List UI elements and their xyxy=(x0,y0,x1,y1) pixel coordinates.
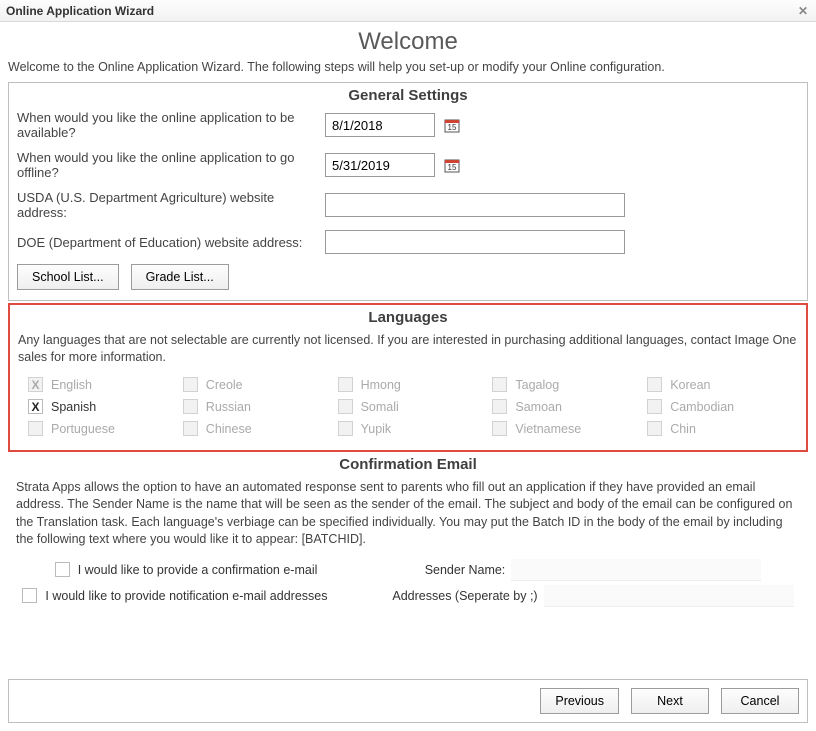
notify-email-label: I would like to provide notification e-m… xyxy=(45,589,327,603)
language-label: Spanish xyxy=(51,400,96,414)
languages-title: Languages xyxy=(18,309,798,326)
language-label: English xyxy=(51,378,92,392)
school-list-button[interactable]: School List... xyxy=(17,264,119,290)
label-usda: USDA (U.S. Department Agriculture) websi… xyxy=(17,190,317,220)
languages-desc: Any languages that are not selectable ar… xyxy=(18,332,798,366)
language-checkbox-creole xyxy=(183,377,198,392)
language-label: Chinese xyxy=(206,422,252,436)
language-checkbox-yupik xyxy=(338,421,353,436)
language-label: Tagalog xyxy=(515,378,559,392)
confirmation-desc: Strata Apps allows the option to have an… xyxy=(16,479,800,549)
language-item-creole: Creole xyxy=(183,374,334,396)
row-usda: USDA (U.S. Department Agriculture) websi… xyxy=(17,190,799,220)
svg-text:15: 15 xyxy=(448,123,457,132)
svg-text:15: 15 xyxy=(448,163,457,172)
language-label: Creole xyxy=(206,378,243,392)
window-title: Online Application Wizard xyxy=(6,4,154,18)
languages-panel: Languages Any languages that are not sel… xyxy=(8,303,808,452)
language-label: Yupik xyxy=(361,422,392,436)
language-label: Samoan xyxy=(515,400,562,414)
label-doe: DOE (Department of Education) website ad… xyxy=(17,235,317,250)
language-item-portuguese: Portuguese xyxy=(28,418,179,440)
languages-grid: X English Creole Hmong Tagalog Korean X Spanish… xyxy=(18,374,798,440)
label-available: When would you like the online applicati… xyxy=(17,110,317,140)
language-checkbox-chin xyxy=(647,421,662,436)
language-checkbox-vietnamese xyxy=(492,421,507,436)
next-button[interactable]: Next xyxy=(631,688,709,714)
confirmation-panel: Confirmation Email Strata Apps allows th… xyxy=(8,452,808,621)
language-item-spanish: X Spanish xyxy=(28,396,179,418)
language-label: Portuguese xyxy=(51,422,115,436)
language-label: Cambodian xyxy=(670,400,734,414)
close-icon[interactable]: ✕ xyxy=(796,4,810,18)
language-item-yupik: Yupik xyxy=(338,418,489,440)
offline-date-input[interactable] xyxy=(325,153,435,177)
language-checkbox-chinese xyxy=(183,421,198,436)
confirm-email-checkbox[interactable] xyxy=(55,562,70,577)
page-intro: Welcome to the Online Application Wizard… xyxy=(8,60,808,74)
general-settings-panel: General Settings When would you like the… xyxy=(8,82,808,301)
language-item-tagalog: Tagalog xyxy=(492,374,643,396)
confirmation-title: Confirmation Email xyxy=(16,456,800,473)
language-label: Vietnamese xyxy=(515,422,581,436)
usda-input[interactable] xyxy=(325,193,625,217)
language-checkbox-korean xyxy=(647,377,662,392)
sender-name-label: Sender Name: xyxy=(425,563,506,577)
label-offline: When would you like the online applicati… xyxy=(17,150,317,180)
language-item-vietnamese: Vietnamese xyxy=(492,418,643,440)
doe-input[interactable] xyxy=(325,230,625,254)
language-item-russian: Russian xyxy=(183,396,334,418)
row-notify-email: I would like to provide notification e-m… xyxy=(16,585,800,607)
language-item-somali: Somali xyxy=(338,396,489,418)
language-item-chin: Chin xyxy=(647,418,798,440)
general-buttons: School List... Grade List... xyxy=(17,264,799,290)
language-checkbox-spanish[interactable]: X xyxy=(28,399,43,414)
calendar-icon[interactable]: 15 xyxy=(443,116,461,134)
notify-email-checkbox[interactable] xyxy=(22,588,37,603)
row-doe: DOE (Department of Education) website ad… xyxy=(17,230,799,254)
sender-name-input[interactable] xyxy=(511,559,761,581)
language-label: Korean xyxy=(670,378,710,392)
titlebar: Online Application Wizard ✕ xyxy=(0,0,816,22)
addresses-label: Addresses (Seperate by ;) xyxy=(392,589,537,603)
page-body: Welcome Welcome to the Online Applicatio… xyxy=(0,28,816,731)
language-checkbox-hmong xyxy=(338,377,353,392)
language-checkbox-portuguese xyxy=(28,421,43,436)
row-offline: When would you like the online applicati… xyxy=(17,150,799,180)
available-date-input[interactable] xyxy=(325,113,435,137)
language-item-english: X English xyxy=(28,374,179,396)
language-item-hmong: Hmong xyxy=(338,374,489,396)
language-label: Russian xyxy=(206,400,251,414)
confirm-email-label: I would like to provide a confirmation e… xyxy=(78,563,318,577)
language-label: Hmong xyxy=(361,378,401,392)
footer-bar: Previous Next Cancel xyxy=(8,679,808,723)
language-checkbox-tagalog xyxy=(492,377,507,392)
language-checkbox-russian xyxy=(183,399,198,414)
language-item-cambodian: Cambodian xyxy=(647,396,798,418)
row-available: When would you like the online applicati… xyxy=(17,110,799,140)
language-item-samoan: Samoan xyxy=(492,396,643,418)
language-label: Somali xyxy=(361,400,399,414)
cancel-button[interactable]: Cancel xyxy=(721,688,799,714)
language-checkbox-english: X xyxy=(28,377,43,392)
general-settings-title: General Settings xyxy=(17,87,799,104)
row-confirm-email: I would like to provide a confirmation e… xyxy=(16,559,800,581)
language-checkbox-cambodian xyxy=(647,399,662,414)
page-title: Welcome xyxy=(8,28,808,56)
grade-list-button[interactable]: Grade List... xyxy=(131,264,229,290)
calendar-icon[interactable]: 15 xyxy=(443,156,461,174)
language-checkbox-somali xyxy=(338,399,353,414)
language-item-korean: Korean xyxy=(647,374,798,396)
previous-button[interactable]: Previous xyxy=(540,688,619,714)
language-checkbox-samoan xyxy=(492,399,507,414)
language-label: Chin xyxy=(670,422,696,436)
language-item-chinese: Chinese xyxy=(183,418,334,440)
addresses-input[interactable] xyxy=(544,585,794,607)
